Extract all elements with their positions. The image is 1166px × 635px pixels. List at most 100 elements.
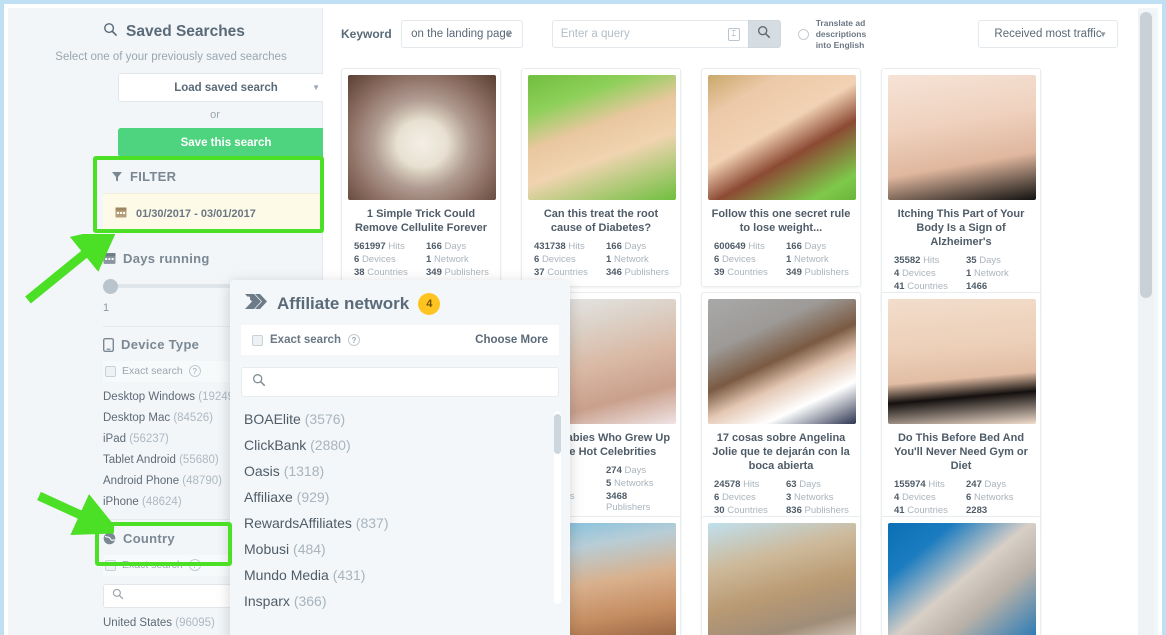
countries-label: Countries [367,267,408,278]
device-type-title: Device Type [121,337,200,352]
checkbox-icon[interactable] [105,365,116,377]
search-button[interactable] [747,20,781,48]
days-label: Days [444,241,467,252]
filter-header: FILTER [103,160,321,193]
device-exact-search-label: Exact search [122,365,183,377]
option-label: Android Phone [103,475,180,487]
ad-card[interactable]: 17 cosas sobre Angelina Jolie que te dej… [701,292,861,525]
ad-card[interactable]: Itching This Part of Your Body Is a Sign… [881,68,1041,312]
option-label: Desktop Mac [103,412,171,424]
networks-label: Networks [613,478,654,489]
popup-scrollbar-thumb[interactable] [554,414,561,454]
countries-label: Countries [547,267,588,278]
save-this-search-button[interactable]: Save this search [118,128,334,157]
network-name: Insparx [244,593,290,609]
devices-label: Devices [541,254,576,265]
search-input[interactable]: Enter a query ⌶ [551,20,748,48]
networks-label: Network [613,254,649,265]
annotation-arrow-filter [25,234,117,304]
days-label: Days [624,241,647,252]
countries-label: Countries [907,505,948,516]
network-name: Mobusi [244,541,290,557]
networks-label: Network [973,268,1009,279]
countries-value: 41 [894,505,905,516]
ad-card[interactable] [881,516,1041,635]
ad-stats: 431738 Hits 166 Days 6 Devices 1 Network… [528,241,674,278]
publishers-value: 836 [786,505,802,516]
popup-scrollbar[interactable] [554,411,561,604]
keyword-scope-dropdown[interactable]: on the landing page ▼ [400,20,523,48]
checkbox-icon[interactable] [105,559,116,571]
ad-stats: 561997 Hits 166 Days 6 Devices 1 Network… [348,241,494,278]
affiliate-search-input[interactable] [241,367,559,397]
list-item[interactable]: Oasis (1318) [244,463,570,479]
network-name: ClickBank [244,437,307,453]
affiliate-exact-search-label: Exact search [270,334,341,346]
help-icon[interactable]: ? [347,334,360,346]
days-running-header: Days running [103,251,318,266]
days-value: 274 [606,465,622,476]
devices-label: Devices [361,254,396,265]
checkbox-icon[interactable] [252,334,263,346]
countries-label: Countries [727,505,768,516]
list-item[interactable]: Mundo Media (431) [244,567,570,583]
hits-value: 561997 [354,241,386,252]
publishers-label: Publishers [804,505,849,516]
filter-section: FILTER 01/30/2017 - 03/01/2017 [103,160,321,233]
radio-icon[interactable] [797,28,809,40]
ad-card[interactable]: Follow this one secret rule to lose weig… [701,68,861,287]
hits-value: 155974 [894,479,926,490]
ad-thumbnail [888,523,1036,635]
option-count: (96095) [175,617,215,629]
affiliate-network-header: Affiliate network 4 [230,280,570,325]
help-icon[interactable]: ? [188,365,201,377]
hits-label: Hits [748,241,765,252]
days-label: Days [979,255,1001,266]
devices-value: 6 [714,492,720,503]
search-icon [112,587,124,605]
publishers-label: Publishers [804,267,849,278]
load-saved-search-dropdown[interactable]: Load saved search ▼ [118,73,334,102]
networks-value: 1 [426,254,432,265]
days-value: 166 [426,241,442,252]
networks-value: 5 [606,478,612,489]
network-count: (2880) [310,437,351,453]
list-item[interactable]: RewardsAffiliates (837) [244,515,570,531]
list-item[interactable]: BOAElite (3576) [244,411,570,427]
devices-label: Devices [901,268,936,279]
list-item[interactable]: Insparx (366) [244,593,570,609]
devices-value: 6 [714,254,720,265]
tag-icon [244,293,268,315]
hits-label: Hits [928,479,945,490]
choose-more-button[interactable]: Choose More [475,334,548,346]
network-count: (431) [332,567,366,583]
list-item[interactable]: Mobusi (484) [244,541,570,557]
list-item[interactable]: ClickBank (2880) [244,437,570,453]
days-value: 166 [606,241,622,252]
affiliate-exact-search-row[interactable]: Exact search ? Choose More [241,325,559,355]
network-name: BOAElite [244,411,301,427]
networks-label: Network [433,254,469,265]
countries-label: Countries [727,267,768,278]
option-count: (84526) [173,412,213,424]
ad-card[interactable]: Can this treat the root cause of Diabete… [521,68,681,287]
countries-value: 30 [714,505,725,516]
ad-card[interactable]: 1 Simple Trick Could Remove Cellulite Fo… [341,68,501,287]
page-scrollbar[interactable] [1138,12,1154,635]
ad-card[interactable]: Do This Before Bed And You'll Never Need… [881,292,1041,536]
help-icon[interactable]: ? [188,559,201,571]
affiliate-network-list: BOAElite (3576) ClickBank (2880) Oasis (… [230,411,570,609]
ad-card[interactable] [701,516,861,635]
option-label: iPad [103,433,127,445]
option-label: Desktop Windows [103,391,196,403]
sort-dropdown[interactable]: Received most traffic ▼ [978,20,1118,48]
page-scrollbar-thumb[interactable] [1140,12,1152,298]
date-range-filter[interactable]: 01/30/2017 - 03/01/2017 [103,193,321,233]
translate-ads-toggle[interactable]: Translate ad descriptions into English [797,18,878,51]
list-item[interactable]: Affiliaxe (929) [244,489,570,505]
countries-value: 38 [354,267,365,278]
devices-value: 4 [894,492,900,503]
networks-value: 3 [786,492,792,503]
countries-value: 39 [714,267,725,278]
annotation-arrow-country [37,491,114,536]
